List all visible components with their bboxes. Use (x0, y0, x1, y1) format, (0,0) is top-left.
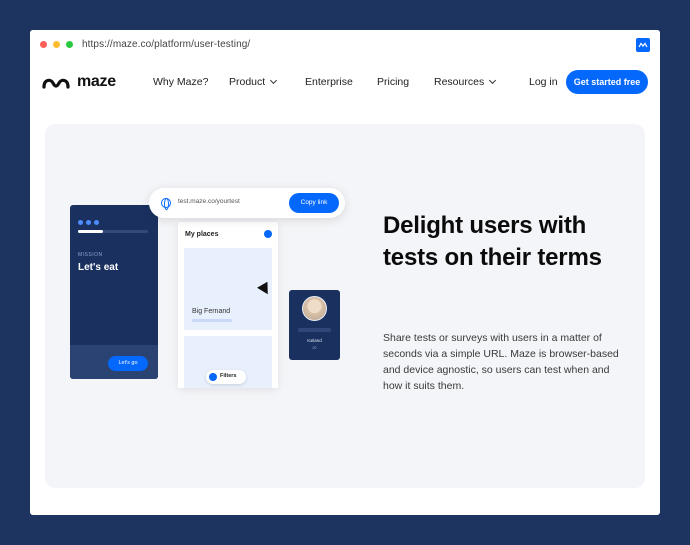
globe-icon (161, 198, 171, 210)
login-link[interactable]: Log in (529, 76, 558, 88)
share-link-url: test.maze.co/yourtest (178, 198, 240, 205)
close-window-button[interactable] (40, 41, 47, 48)
browser-window: https://maze.co/platform/user-testing/ m… (30, 30, 660, 515)
minimize-window-button[interactable] (53, 41, 60, 48)
profile-location: Iceland (307, 338, 322, 343)
nav-product-label: Product (229, 76, 266, 88)
profile-name-bar (298, 328, 331, 332)
browser-chrome: https://maze.co/platform/user-testing/ (30, 30, 660, 60)
address-bar[interactable]: https://maze.co/platform/user-testing/ (82, 39, 250, 50)
avatar (302, 296, 327, 321)
filter-icon (209, 373, 217, 381)
panel-badge (264, 230, 272, 238)
nav-resources-label: Resources (434, 76, 485, 88)
nav-enterprise[interactable]: Enterprise (305, 76, 353, 88)
logo-text: maze (77, 73, 116, 90)
panel-title: My places (185, 231, 219, 238)
nav-resources[interactable]: Resources (434, 76, 497, 88)
get-started-button[interactable]: Get started free (566, 70, 648, 94)
hero-description: Share tests or surveys with users in a m… (383, 332, 619, 392)
maze-extension-icon[interactable] (636, 38, 650, 52)
nav-pricing[interactable]: Pricing (377, 76, 409, 88)
profile-sub: 20 (312, 346, 317, 350)
phone-mockup: MISSION Let's eat Let's go (70, 205, 158, 379)
chevron-down-icon (489, 76, 497, 85)
share-link-bar: test.maze.co/yourtest Copy link (149, 188, 345, 218)
phone-dots-icon (78, 212, 102, 230)
copy-link-button: Copy link (289, 193, 339, 213)
phone-mission-label: MISSION (78, 252, 103, 258)
phone-title: Let's eat (78, 262, 119, 273)
chevron-down-icon (270, 76, 278, 85)
filters-pill: Filters (206, 370, 246, 384)
nav-product[interactable]: Product (229, 76, 278, 88)
top-navigation: maze Why Maze? Product Enterprise Pricin… (30, 60, 660, 104)
filter-label: Filters (220, 373, 237, 379)
phone-progress-bar (78, 230, 148, 233)
hero-headline: Delight users with tests on their terms (383, 212, 602, 271)
hero-section: MISSION Let's eat Let's go My places Big… (45, 124, 645, 488)
nav-why-maze[interactable]: Why Maze? (153, 76, 208, 88)
maximize-window-button[interactable] (66, 41, 73, 48)
place-card-subtitle-line (192, 319, 232, 322)
profile-card: Iceland 20 (289, 290, 340, 360)
place-card-title: Big Fernand (192, 308, 231, 315)
places-panel: My places Big Fernand Filters (178, 222, 278, 388)
phone-lets-go-button: Let's go (108, 356, 148, 371)
